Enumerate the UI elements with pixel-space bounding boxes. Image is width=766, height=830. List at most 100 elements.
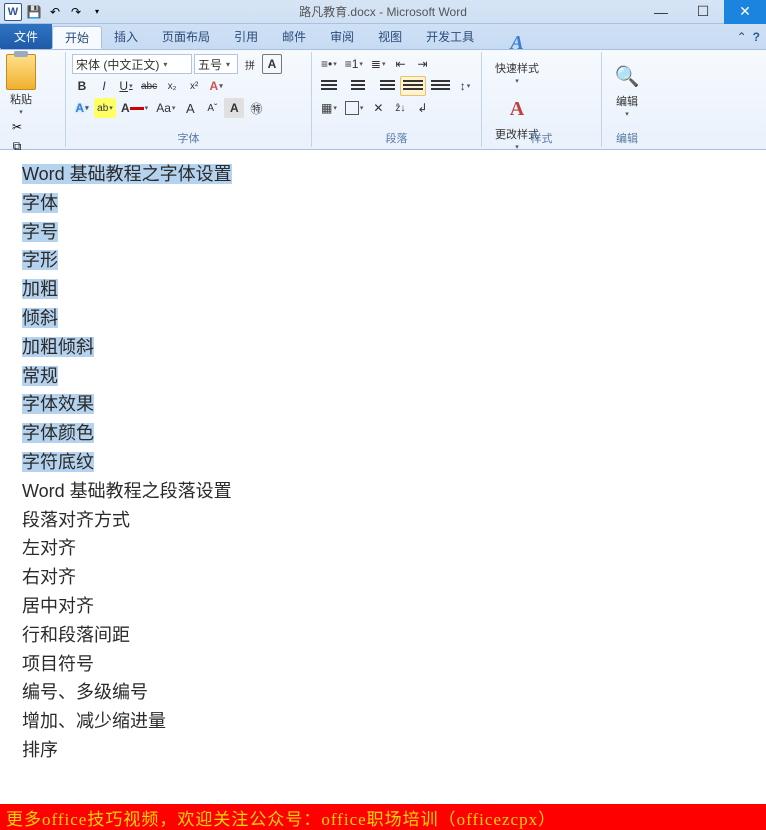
document-text[interactable]: 右对齐 xyxy=(22,567,76,587)
document-area[interactable]: Word 基础教程之字体设置字体字号字形加粗倾斜加粗倾斜常规字体效果字体颜色字符… xyxy=(0,150,766,804)
save-icon[interactable]: 💾 xyxy=(25,3,43,21)
subscript-button[interactable]: x₂ xyxy=(162,76,182,96)
document-text[interactable]: 居中对齐 xyxy=(22,596,94,616)
document-line[interactable]: 字形 xyxy=(22,246,766,275)
document-text[interactable]: 段落对齐方式 xyxy=(22,510,130,530)
change-case-button[interactable]: Aa xyxy=(153,98,178,118)
char-border-button[interactable]: A xyxy=(262,54,282,74)
document-line[interactable]: 常规 xyxy=(22,362,766,391)
clear-formatting-button[interactable]: A xyxy=(206,76,226,96)
show-marks-button[interactable]: ↲ xyxy=(412,98,432,118)
pinyin-guide-button[interactable]: 拼 xyxy=(240,54,260,74)
superscript-button[interactable]: x² xyxy=(184,76,204,96)
shading-button[interactable]: ▦ xyxy=(318,98,340,118)
document-text[interactable]: 项目符号 xyxy=(22,654,94,674)
document-text[interactable]: 行和段落间距 xyxy=(22,625,130,645)
document-text[interactable]: 常规 xyxy=(22,366,58,386)
document-line[interactable]: 字号 xyxy=(22,218,766,247)
undo-icon[interactable]: ↶ xyxy=(46,3,64,21)
find-button[interactable]: 🔍 编辑 ▾ xyxy=(604,57,650,121)
document-text[interactable]: 编号、多级编号 xyxy=(22,682,148,702)
underline-button[interactable]: U xyxy=(116,76,136,96)
document-text[interactable]: 字形 xyxy=(22,250,58,270)
document-line[interactable]: 增加、减少缩进量 xyxy=(22,707,766,736)
document-line[interactable]: 右对齐 xyxy=(22,563,766,592)
tab-insert[interactable]: 插入 xyxy=(102,24,150,49)
paste-dropdown-icon[interactable]: ▾ xyxy=(19,108,23,116)
document-line[interactable]: 排序 xyxy=(22,736,766,765)
bold-button[interactable]: B xyxy=(72,76,92,96)
document-text[interactable]: 字体颜色 xyxy=(22,423,94,443)
align-justify-button[interactable] xyxy=(400,76,425,96)
document-line[interactable]: 居中对齐 xyxy=(22,592,766,621)
document-text[interactable]: 字体 xyxy=(22,193,58,213)
highlight-button[interactable]: ab xyxy=(94,98,116,118)
document-line[interactable]: 倾斜 xyxy=(22,304,766,333)
document-line[interactable]: Word 基础教程之字体设置 xyxy=(22,160,766,189)
italic-button[interactable]: I xyxy=(94,76,114,96)
document-line[interactable]: 左对齐 xyxy=(22,534,766,563)
document-text[interactable]: 字号 xyxy=(22,222,58,242)
close-button[interactable]: ✕ xyxy=(724,0,766,24)
asian-layout-button[interactable]: ✕ xyxy=(368,98,388,118)
font-color-button[interactable]: A xyxy=(118,98,151,118)
decrease-indent-button[interactable]: ⇤ xyxy=(391,54,411,74)
document-line[interactable]: 字符底纹 xyxy=(22,448,766,477)
quick-styles-button[interactable]: A 快速样式 ▾ xyxy=(488,24,546,88)
shrink-font-button[interactable]: Aˇ xyxy=(202,98,222,118)
sort-button[interactable]: ẑ↓ xyxy=(390,98,410,118)
document-text[interactable]: Word 基础教程之段落设置 xyxy=(22,481,232,501)
line-spacing-button[interactable]: ↕ xyxy=(455,76,475,96)
tab-developer[interactable]: 开发工具 xyxy=(414,24,486,49)
document-text[interactable]: Word 基础教程之字体设置 xyxy=(22,164,232,184)
tab-mailings[interactable]: 邮件 xyxy=(270,24,318,49)
help-icon[interactable]: ? xyxy=(753,30,760,44)
document-body[interactable]: Word 基础教程之字体设置字体字号字形加粗倾斜加粗倾斜常规字体效果字体颜色字符… xyxy=(0,150,766,765)
document-line[interactable]: 字体颜色 xyxy=(22,419,766,448)
font-size-combo[interactable]: 五号 xyxy=(194,54,238,74)
document-line[interactable]: 加粗 xyxy=(22,275,766,304)
tab-page-layout[interactable]: 页面布局 xyxy=(150,24,222,49)
align-distribute-button[interactable] xyxy=(428,76,453,96)
char-shading-button[interactable]: A xyxy=(224,98,244,118)
word-app-icon[interactable]: W xyxy=(4,3,22,21)
ribbon-minimize-icon[interactable]: ⌃ xyxy=(737,30,747,44)
borders-button[interactable] xyxy=(342,98,367,118)
align-left-button[interactable] xyxy=(318,76,343,96)
grow-font-button[interactable]: A xyxy=(180,98,200,118)
font-name-combo[interactable]: 宋体 (中文正文) xyxy=(72,54,192,74)
document-line[interactable]: 编号、多级编号 xyxy=(22,678,766,707)
tab-home[interactable]: 开始 xyxy=(52,26,102,49)
tab-view[interactable]: 视图 xyxy=(366,24,414,49)
maximize-button[interactable]: ☐ xyxy=(682,0,724,24)
document-line[interactable]: 加粗倾斜 xyxy=(22,333,766,362)
document-line[interactable]: Word 基础教程之段落设置 xyxy=(22,477,766,506)
multilevel-button[interactable]: ≣ xyxy=(368,54,389,74)
document-text[interactable]: 倾斜 xyxy=(22,308,58,328)
enclose-char-button[interactable]: ㊕ xyxy=(246,98,266,118)
document-text[interactable]: 字体效果 xyxy=(22,394,94,414)
paste-button[interactable]: 粘贴 ▾ xyxy=(6,54,36,116)
document-text[interactable]: 增加、减少缩进量 xyxy=(22,711,166,731)
tab-references[interactable]: 引用 xyxy=(222,24,270,49)
document-line[interactable]: 字体 xyxy=(22,189,766,218)
bullets-button[interactable]: ≡• xyxy=(318,54,340,74)
align-right-button[interactable] xyxy=(373,76,398,96)
document-line[interactable]: 段落对齐方式 xyxy=(22,506,766,535)
document-text[interactable]: 左对齐 xyxy=(22,538,76,558)
numbering-button[interactable]: ≡1 xyxy=(342,54,366,74)
document-text[interactable]: 排序 xyxy=(22,740,58,760)
document-line[interactable]: 项目符号 xyxy=(22,650,766,679)
document-text[interactable]: 加粗倾斜 xyxy=(22,337,94,357)
cut-icon[interactable]: ✂ xyxy=(8,118,26,136)
text-effects-button[interactable]: A xyxy=(72,98,92,118)
document-line[interactable]: 行和段落间距 xyxy=(22,621,766,650)
document-line[interactable]: 字体效果 xyxy=(22,390,766,419)
increase-indent-button[interactable]: ⇥ xyxy=(413,54,433,74)
document-text[interactable]: 加粗 xyxy=(22,279,58,299)
strikethrough-button[interactable]: abc xyxy=(138,76,160,96)
qat-more-icon[interactable]: ▾ xyxy=(88,3,106,21)
tab-file[interactable]: 文件 xyxy=(0,24,52,49)
document-text[interactable]: 字符底纹 xyxy=(22,452,94,472)
align-center-button[interactable] xyxy=(345,76,370,96)
